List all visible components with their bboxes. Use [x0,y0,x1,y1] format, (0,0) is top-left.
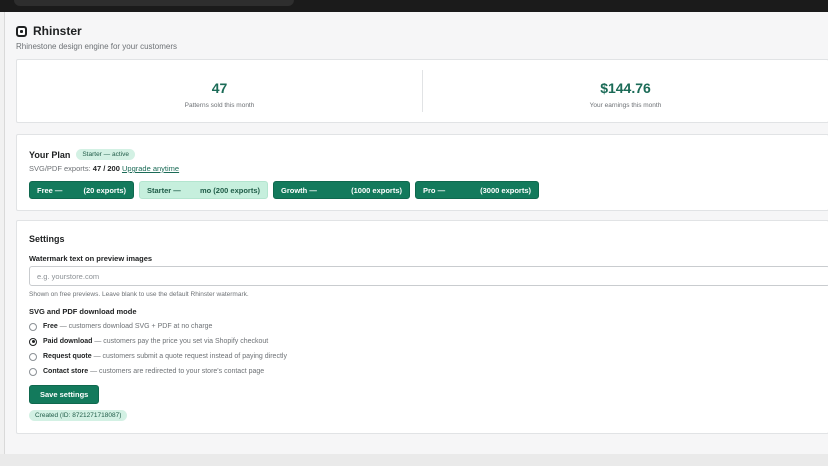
radio-button[interactable] [29,322,37,331]
settings-card: Settings Watermark text on preview image… [16,220,828,434]
plan-button-name: Free — [37,185,63,195]
plan-header: Your Plan Starter — active [29,149,816,160]
plan-button-starter[interactable]: Starter — mo (200 exports) [139,181,268,199]
mode-option-text: Paid download — customers pay the price … [43,338,268,345]
plan-button-name: Pro — [423,185,446,195]
mode-option-name: Free [43,323,58,330]
plan-button-detail: (20 exports) [83,185,126,195]
download-mode-label: SVG and PDF download mode [29,307,137,316]
exports-usage: SVG/PDF exports: 47 / 200 Upgrade anytim… [29,164,816,173]
mode-option-paid-download[interactable]: Paid download — customers pay the price … [29,337,816,346]
plan-button-growth[interactable]: Growth — (1000 exports) [273,181,410,199]
mode-option-desc: — customers download SVG + PDF at no cha… [57,323,213,330]
watermark-label: Watermark text on preview images [29,254,153,263]
stat-label: Patterns sold this month [184,102,255,109]
mode-option-name: Contact store [43,368,89,375]
plan-button-free[interactable]: Free — (20 exports) [29,181,134,199]
mode-option-name: Paid download [43,338,93,345]
browser-top-bar [0,0,828,12]
save-settings-button[interactable]: Save settings [29,385,100,404]
plan-card: Your Plan Starter — active SVG/PDF expor… [16,134,828,211]
settings-title: Settings [29,234,65,244]
stat-value: 47 [211,80,228,96]
mode-option-request-quote[interactable]: Request quote — customers submit a quote… [29,352,816,361]
exports-prefix: SVG/PDF exports: [29,164,91,173]
app-title: Rhinster [16,24,177,38]
mode-option-text: Request quote — customers submit a quote… [43,353,287,360]
upgrade-link[interactable]: Upgrade anytime [122,164,179,173]
plan-button-detail: mo (200 exports) [199,185,260,195]
mode-option-free[interactable]: Free — customers download SVG + PDF at n… [29,322,816,331]
stats-card: 47 Patterns sold this month $144.76 Your… [16,59,828,123]
plan-button-name: Starter — [147,185,181,195]
page-header: Rhinster Rhinestone design engine for yo… [16,24,177,51]
stat-value: $144.76 [600,80,651,96]
watermark-help-text: Shown on free previews. Leave blank to u… [29,291,249,298]
watermark-input[interactable] [29,266,828,286]
mode-option-text: Contact store — customers are redirected… [43,368,264,375]
plan-button-detail: (1000 exports) [351,185,402,195]
exports-value: 47 / 200 [92,164,120,173]
app-frame: Rhinster Rhinestone design engine for yo… [4,12,828,454]
address-bar[interactable] [14,0,294,6]
app-subtitle: Rhinestone design engine for your custom… [16,42,177,51]
plan-status-badge: Starter — active [76,149,135,160]
mode-option-name: Request quote [43,353,92,360]
created-id-badge: Created (ID: 8721271718087) [29,410,128,421]
radio-button-checked[interactable] [29,337,37,346]
mode-option-desc: — customers submit a quote request inste… [91,353,287,360]
plan-button-name: Growth — [281,185,317,195]
plan-title: Your Plan [29,149,71,160]
bottom-strip [0,454,828,466]
radio-button[interactable] [29,352,37,361]
mode-option-contact-store[interactable]: Contact store — customers are redirected… [29,367,816,376]
app-title-text: Rhinster [33,24,82,38]
stat-label: Your earnings this month [589,102,662,109]
radio-button[interactable] [29,367,37,376]
stat-earnings: $144.76 Your earnings this month [422,70,828,112]
mode-option-desc: — customers pay the price you set via Sh… [92,338,269,345]
plan-button-pro[interactable]: Pro — (3000 exports) [415,181,539,199]
mode-option-text: Free — customers download SVG + PDF at n… [43,323,212,330]
app-logo-icon [16,25,27,37]
plan-options: Free — (20 exports) Starter — mo (200 ex… [29,181,816,199]
mode-option-desc: — customers are redirected to your store… [88,368,265,375]
stat-patterns-sold: 47 Patterns sold this month [17,60,422,122]
plan-button-detail: (3000 exports) [480,185,531,195]
